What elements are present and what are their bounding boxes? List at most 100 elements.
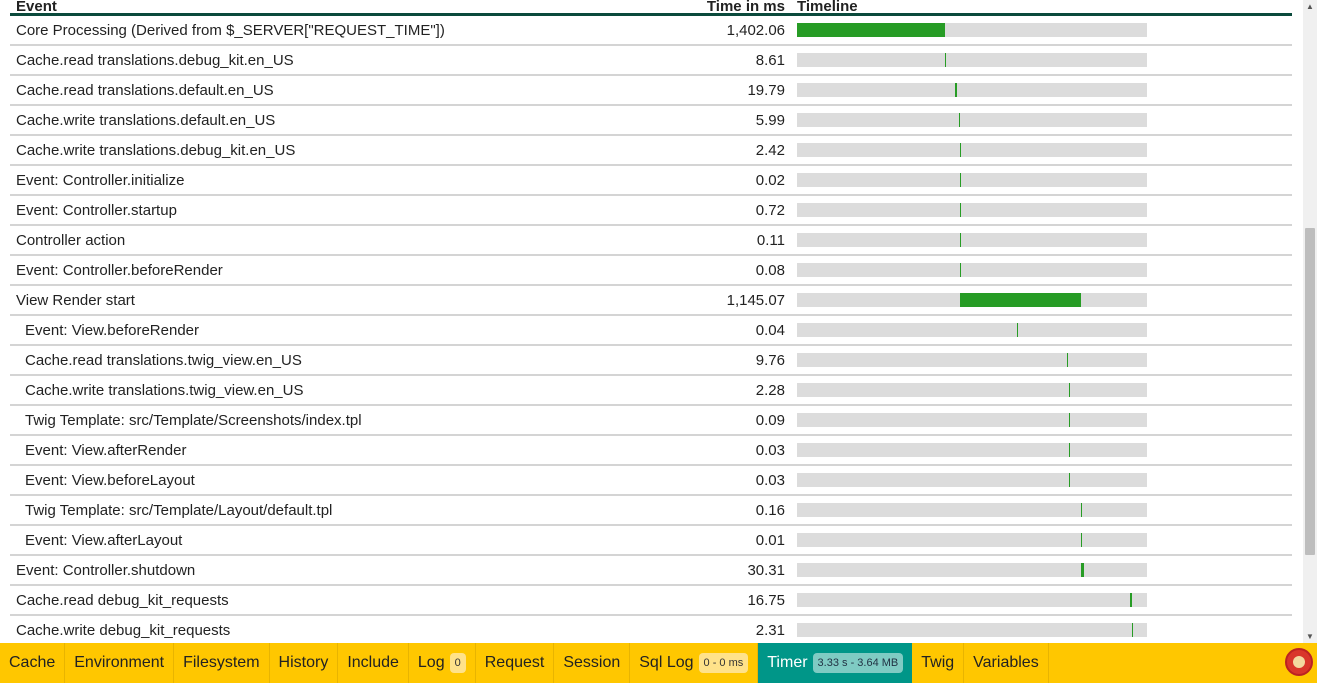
table-row: Twig Template: src/Template/Layout/defau…: [10, 496, 1292, 526]
event-name: Event: View.afterLayout: [25, 532, 183, 549]
toolbar-tab-sql-log[interactable]: Sql Log 0 - 0 ms: [630, 643, 759, 683]
toolbar-tab-timer[interactable]: Timer 3.33 s - 3.64 MB: [758, 643, 913, 683]
event-name: Cache.read debug_kit_requests: [16, 592, 229, 609]
timer-panel: Event Time in ms Timeline Core Processin…: [0, 0, 1303, 643]
timeline-track: [797, 293, 1147, 307]
tab-label: Cache: [9, 654, 56, 671]
timeline-track: [797, 533, 1147, 547]
tab-label: Filesystem: [183, 654, 260, 671]
table-header: Event Time in ms Timeline: [10, 0, 1292, 16]
timeline-bar: [1129, 593, 1132, 607]
scrollbar-thumb[interactable]: [1305, 228, 1315, 555]
table-row: Event: Controller.startup 0.72: [10, 196, 1292, 226]
timeline-track: [797, 53, 1147, 67]
table-row: Event: View.afterLayout 0.01: [10, 526, 1292, 556]
timeline-bar: [1068, 413, 1070, 427]
tab-label: Log: [417, 654, 445, 671]
event-time: 0.09: [755, 412, 785, 429]
timeline-track: [797, 143, 1147, 157]
toolbar-tab-session[interactable]: Session: [554, 643, 631, 683]
event-time: 2.28: [755, 382, 785, 399]
timeline-track: [797, 473, 1147, 487]
timeline-bar: [1066, 353, 1068, 367]
event-name: Cache.write translations.debug_kit.en_US: [16, 142, 296, 159]
tab-label: Variables: [973, 654, 1039, 671]
tab-badge: 0 - 0 ms: [698, 653, 749, 673]
event-time: 0.72: [755, 202, 785, 219]
event-name: Cache.write translations.default.en_US: [16, 112, 276, 129]
tab-label: Session: [563, 654, 621, 671]
toolbar-tab-history[interactable]: History: [270, 643, 339, 683]
scrollbar[interactable]: ▲ ▼: [1303, 0, 1317, 643]
table-row: Cache.write translations.twig_view.en_US…: [10, 376, 1292, 406]
table-row: Event: View.afterRender 0.03: [10, 436, 1292, 466]
table-row: Cache.write debug_kit_requests 2.31: [10, 616, 1292, 643]
toolbar-tab-variables[interactable]: Variables: [964, 643, 1049, 683]
event-time: 2.42: [755, 142, 785, 159]
event-name: Core Processing (Derived from $_SERVER["…: [16, 22, 445, 39]
tab-label: History: [278, 654, 329, 671]
event-time: 0.11: [756, 232, 785, 249]
event-name: Event: View.beforeLayout: [25, 472, 195, 489]
toolbar-tab-environment[interactable]: Environment: [65, 643, 175, 683]
tab-label: Environment: [74, 654, 165, 671]
table-row: Event: Controller.beforeRender 0.08: [10, 256, 1292, 286]
timeline-track: [797, 83, 1147, 97]
event-time: 30.31: [747, 562, 785, 579]
event-time: 1,145.07: [726, 292, 785, 309]
event-name: Twig Template: src/Template/Layout/defau…: [25, 502, 333, 519]
timeline-track: [797, 353, 1147, 367]
tab-label: Request: [484, 654, 545, 671]
event-name: Event: Controller.beforeRender: [16, 262, 223, 279]
toolbar-tab-cache[interactable]: Cache: [0, 643, 66, 683]
timeline-bar: [1131, 623, 1133, 637]
table-row: Cache.read translations.debug_kit.en_US 8…: [10, 46, 1292, 76]
header-time: Time in ms: [706, 0, 785, 15]
toolbar-tab-filesystem[interactable]: Filesystem: [174, 643, 270, 683]
timeline-bar: [1080, 533, 1082, 547]
header-event: Event: [16, 0, 57, 15]
event-time: 8.61: [755, 52, 785, 69]
table-row: Cache.read translations.default.en_US 19.…: [10, 76, 1292, 106]
timeline-track: [797, 203, 1147, 217]
timeline-track: [797, 563, 1147, 577]
event-time: 0.04: [755, 322, 785, 339]
event-name: Cache.write translations.twig_view.en_US: [25, 382, 304, 399]
table-row: Cache.read debug_kit_requests 16.75: [10, 586, 1292, 616]
event-name: Cache.read translations.debug_kit.en_US: [16, 52, 294, 69]
toolbar-tab-include[interactable]: Include: [338, 643, 409, 683]
table-row: Event: Controller.shutdown 30.31: [10, 556, 1292, 586]
event-name: Cache.write debug_kit_requests: [16, 622, 231, 639]
event-time: 19.79: [747, 82, 785, 99]
event-name: Event: Controller.startup: [16, 202, 177, 219]
cakephp-logo-icon[interactable]: [1285, 648, 1313, 676]
table-row: Cache.write translations.debug_kit.en_US…: [10, 136, 1292, 166]
timeline-bar: [1068, 443, 1070, 457]
event-time: 0.03: [755, 442, 785, 459]
timeline-track: [797, 113, 1147, 127]
timeline-bar: [954, 83, 957, 97]
scroll-down-icon[interactable]: ▼: [1306, 632, 1314, 641]
event-name: Controller action: [16, 232, 126, 249]
timeline-bar: [960, 143, 962, 157]
debug-toolbar: Cache Environment Filesystem History Include…: [0, 643, 1317, 683]
scroll-up-icon[interactable]: ▲: [1306, 2, 1314, 11]
table-row: Cache.read translations.twig_view.en_US 9…: [10, 346, 1292, 376]
event-name: Twig Template: src/Template/Screenshots/…: [25, 412, 362, 429]
timeline-track: [797, 503, 1147, 517]
toolbar-tab-log[interactable]: Log 0: [409, 643, 476, 683]
tab-label: Include: [347, 654, 399, 671]
timeline-bar: [960, 293, 1082, 307]
toolbar-tab-twig[interactable]: Twig: [912, 643, 965, 683]
event-time: 0.16: [755, 502, 785, 519]
timeline-track: [797, 233, 1147, 247]
timeline-track: [797, 23, 1147, 37]
timeline-bar: [960, 233, 962, 247]
timeline-track: [797, 443, 1147, 457]
tab-badge: 3.33 s - 3.64 MB: [812, 653, 904, 673]
toolbar-tab-request[interactable]: Request: [476, 643, 555, 683]
table-row: View Render start 1,145.07: [10, 286, 1292, 316]
event-name: Event: Controller.initialize: [16, 172, 185, 189]
event-name: Event: View.beforeRender: [25, 322, 200, 339]
timeline-bar: [1017, 323, 1019, 337]
